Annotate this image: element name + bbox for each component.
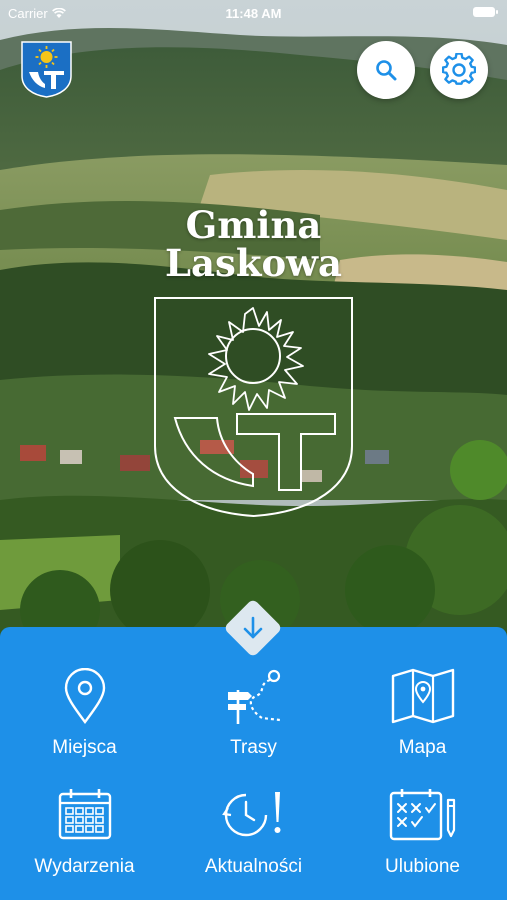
menu-label-events: Wydarzenia: [34, 856, 135, 877]
menu-tile-map[interactable]: Mapa: [338, 660, 507, 780]
calendar-icon: [58, 789, 111, 840]
menu-label-map: Mapa: [398, 737, 447, 758]
menu-tile-news[interactable]: Aktualności: [169, 780, 338, 900]
menu-label-routes: Trasy: [230, 737, 277, 758]
route-icon: [227, 669, 280, 724]
menu-tile-events[interactable]: Wydarzenia: [0, 780, 169, 900]
title-line-1: Gmina: [185, 203, 322, 247]
location-pin-icon: [64, 668, 105, 724]
checklist-icon: [389, 789, 455, 841]
search-icon: [376, 60, 397, 81]
status-bar: Carrier 11:48 AM: [0, 0, 507, 26]
menu-label-places: Miejsca: [52, 737, 117, 758]
status-time: 11:48 AM: [225, 6, 282, 21]
settings-button[interactable]: [430, 41, 488, 99]
menu-tile-routes[interactable]: Trasy: [169, 660, 338, 780]
arrow-down-icon: [243, 616, 263, 639]
menu-label-news: Aktualności: [204, 856, 303, 877]
clock-alert-icon: [221, 792, 280, 837]
title-line-2: Laskowa: [165, 241, 342, 285]
menu-tile-favorites[interactable]: Ulubione: [338, 780, 507, 900]
battery-icon: [473, 7, 498, 17]
menu-tile-places[interactable]: Miejsca: [0, 660, 169, 780]
search-button[interactable]: [357, 41, 415, 99]
gear-icon: [442, 53, 476, 85]
crest-icon: [21, 41, 72, 98]
page-title: Gmina Laskowa: [0, 206, 507, 282]
crest-emblem: [154, 297, 353, 518]
menu-label-favorites: Ulubione: [385, 856, 460, 877]
map-icon: [391, 668, 454, 724]
expand-button[interactable]: [223, 598, 283, 658]
